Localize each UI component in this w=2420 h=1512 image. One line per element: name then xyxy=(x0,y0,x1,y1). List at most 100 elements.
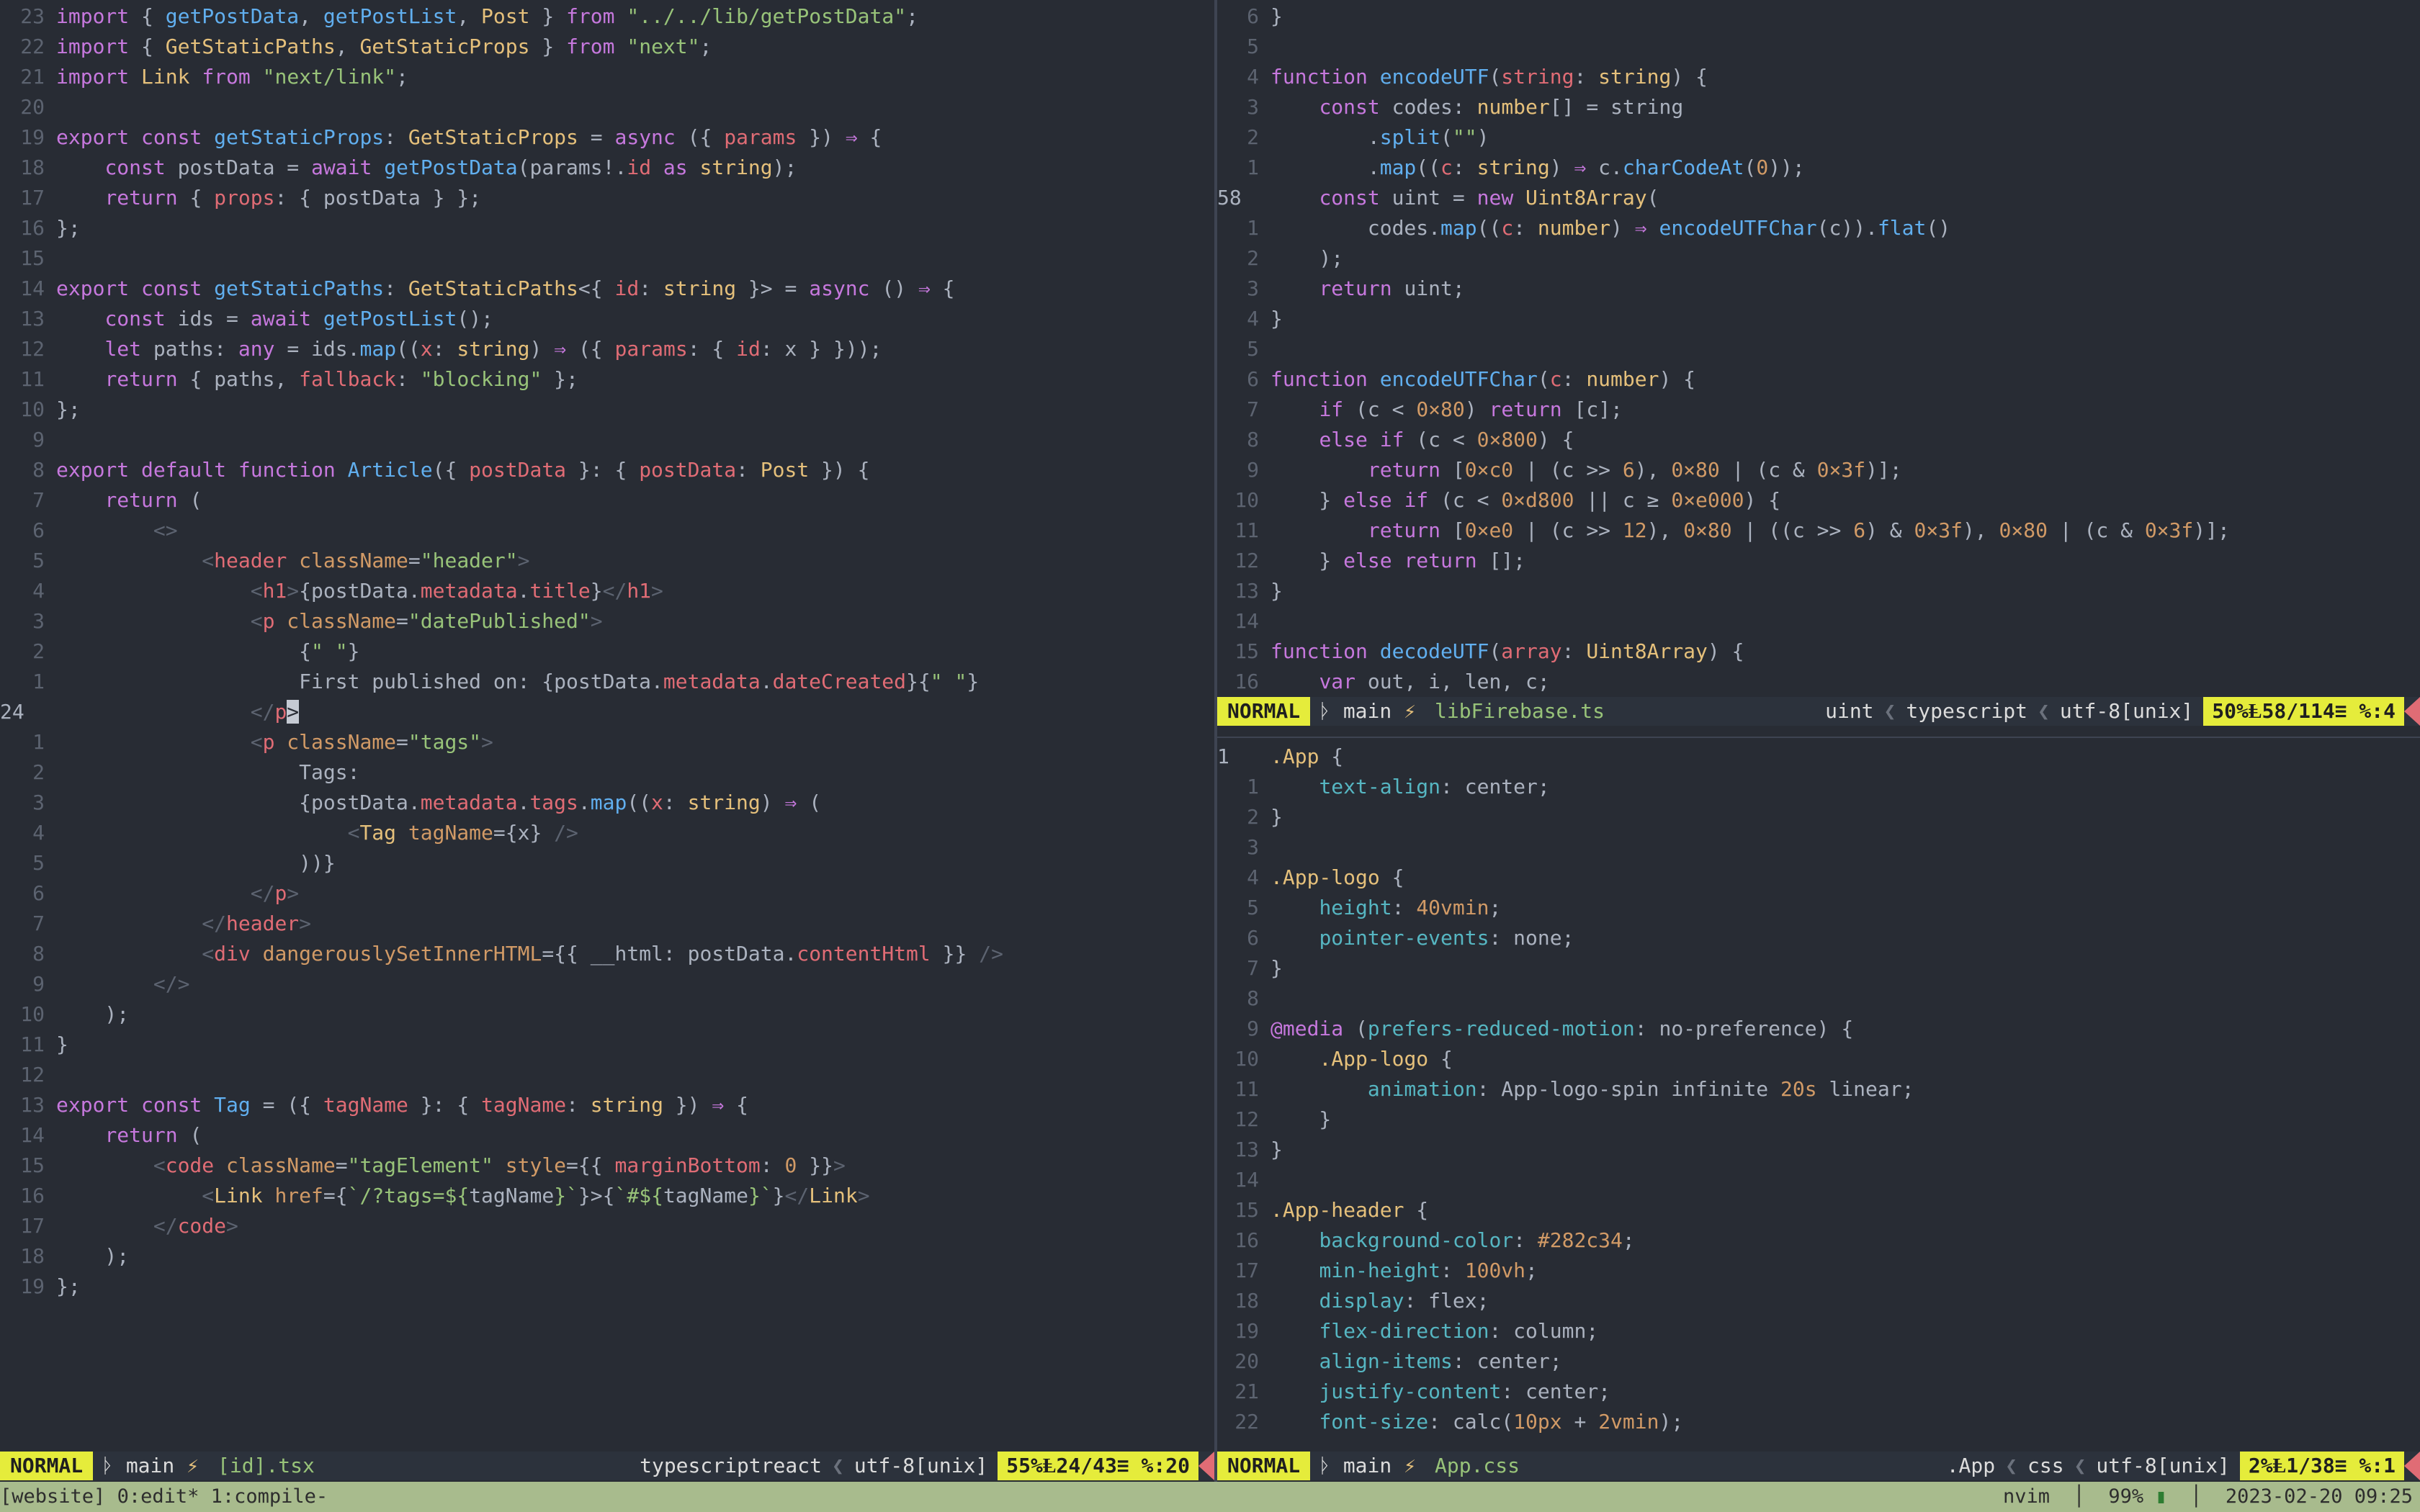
editor-pane-left[interactable]: 23 import { getPostData, getPostList, Pos… xyxy=(0,0,1214,1452)
code-line[interactable]: 1 .App { xyxy=(1217,742,2420,772)
code-line[interactable]: 21 justify-content: center; xyxy=(1217,1377,2420,1407)
code-line[interactable]: 5 ))} xyxy=(0,848,1214,878)
code-line[interactable]: 14 xyxy=(1217,606,2420,636)
code-line[interactable]: 22 import { GetStaticPaths, GetStaticProp… xyxy=(0,32,1214,62)
code-line[interactable]: 2 ); xyxy=(1217,243,2420,274)
code-line[interactable]: 5 <header className="header"> xyxy=(0,546,1214,576)
code-line[interactable]: 19 flex-direction: column; xyxy=(1217,1316,2420,1346)
code-line[interactable]: 2 .split("") xyxy=(1217,122,2420,153)
editor-pane-right-bottom[interactable]: 1 .App {1 text-align: center; 2} 3 4 .App-log… xyxy=(1217,740,2420,1452)
code-line[interactable]: 11 return { paths, fallback: "blocking" … xyxy=(0,364,1214,395)
code-line[interactable]: 11} xyxy=(0,1030,1214,1060)
code-line[interactable]: 20 align-items: center; xyxy=(1217,1346,2420,1377)
code-line[interactable]: 16 <Link href={`/?tags=${tagName}`}>{`#$… xyxy=(0,1181,1214,1211)
code-line[interactable]: 4} xyxy=(1217,304,2420,334)
code-line[interactable]: 11 animation: App-logo-spin infinite 20s… xyxy=(1217,1074,2420,1104)
code-line[interactable]: 9 return [0×c0 | (c >> 6), 0×80 | (c & 0… xyxy=(1217,455,2420,485)
code-line[interactable]: 17 return { props: { postData } }; xyxy=(0,183,1214,213)
code-line[interactable]: 18 ); xyxy=(0,1241,1214,1272)
code-line[interactable]: 4 .App-logo { xyxy=(1217,863,2420,893)
code-line[interactable]: 6 pointer-events: none; xyxy=(1217,923,2420,953)
code-line[interactable]: 6 </p> xyxy=(0,878,1214,909)
code-line[interactable]: 16}; xyxy=(0,213,1214,243)
code-line[interactable]: 19}; xyxy=(0,1272,1214,1302)
code-line[interactable]: 22 font-size: calc(10px + 2vmin); xyxy=(1217,1407,2420,1437)
code-line[interactable]: 20 xyxy=(0,92,1214,122)
code-line[interactable]: 1 <p className="tags"> xyxy=(0,727,1214,757)
code-line[interactable]: 21 import Link from "next/link"; xyxy=(0,62,1214,92)
code-line[interactable]: 17 </code> xyxy=(0,1211,1214,1241)
code-line[interactable]: 6 <> xyxy=(0,516,1214,546)
code-line[interactable]: 3 return uint; xyxy=(1217,274,2420,304)
code-line[interactable]: 5 xyxy=(1217,334,2420,364)
code-line[interactable]: 12 } else return []; xyxy=(1217,546,2420,576)
code-line[interactable]: 24 </p> xyxy=(0,697,1214,727)
code-line[interactable]: 8 <div dangerouslySetInnerHTML={{ __html… xyxy=(0,939,1214,969)
code-area[interactable]: 23 import { getPostData, getPostList, Pos… xyxy=(0,1,1214,1302)
code-line[interactable]: 9 </> xyxy=(0,969,1214,999)
code-line[interactable]: 17 min-height: 100vh; xyxy=(1217,1256,2420,1286)
code-line[interactable]: 3 <p className="datePublished"> xyxy=(0,606,1214,636)
code-line[interactable]: 3 {postData.metadata.tags.map((x: string… xyxy=(0,788,1214,818)
code-line[interactable]: 13 const ids = await getPostList(); xyxy=(0,304,1214,334)
editor-pane-right-top[interactable]: 6} 5 4 function encodeUTF(string: string) {… xyxy=(1217,0,2420,734)
code-line[interactable]: 1 First published on: {postData.metadata… xyxy=(0,667,1214,697)
code-line[interactable]: 15 xyxy=(0,243,1214,274)
code-line[interactable]: 4 <h1>{postData.metadata.title}</h1> xyxy=(0,576,1214,606)
code-line[interactable]: 8 export default function Article({ postD… xyxy=(0,455,1214,485)
code-line[interactable]: 10}; xyxy=(0,395,1214,425)
code-line[interactable]: 15 <code className="tagElement" style={{… xyxy=(0,1151,1214,1181)
code-line[interactable]: 4 <Tag tagName={x} /> xyxy=(0,818,1214,848)
code-line[interactable]: 8 xyxy=(1217,984,2420,1014)
code-line[interactable]: 7} xyxy=(1217,953,2420,984)
code-line[interactable]: 13} xyxy=(1217,1135,2420,1165)
code-line[interactable]: 18 const postData = await getPostData(pa… xyxy=(0,153,1214,183)
code-line[interactable]: 11 return [0×e0 | (c >> 12), 0×80 | ((c … xyxy=(1217,516,2420,546)
code-line[interactable]: 16 var out, i, len, c; xyxy=(1217,667,2420,697)
code-line[interactable]: 10 } else if (c < 0×d800 || c ≥ 0×e000) … xyxy=(1217,485,2420,516)
code-line[interactable]: 12 } xyxy=(1217,1104,2420,1135)
tmux-windows[interactable]: 0:edit* 1:compile- xyxy=(117,1485,328,1508)
code-line[interactable]: 58 const uint = new Uint8Array( xyxy=(1217,183,2420,213)
horizontal-split-divider[interactable] xyxy=(1217,734,2420,740)
code-line[interactable]: 7 </header> xyxy=(0,909,1214,939)
code-line[interactable]: 19 export const getStaticProps: GetStatic… xyxy=(0,122,1214,153)
code-line[interactable]: 14 export const getStaticPaths: GetStatic… xyxy=(0,274,1214,304)
code-area[interactable]: 1 .App {1 text-align: center; 2} 3 4 .App-log… xyxy=(1217,742,2420,1437)
code-line[interactable]: 5 height: 40vmin; xyxy=(1217,893,2420,923)
code-token: flat xyxy=(1877,216,1927,240)
code-line[interactable]: 1 codes.map((c: number) ⇒ encodeUTFChar(… xyxy=(1217,213,2420,243)
code-line[interactable]: 18 display: flex; xyxy=(1217,1286,2420,1316)
code-line[interactable]: 2 {" "} xyxy=(0,636,1214,667)
line-number: 11 xyxy=(1234,518,1259,542)
code-line[interactable]: 13 export const Tag = ({ tagName }: { tag… xyxy=(0,1090,1214,1120)
code-line[interactable]: 9 @media (prefers-reduced-motion: no-pref… xyxy=(1217,1014,2420,1044)
code-line[interactable]: 9 xyxy=(0,425,1214,455)
code-line[interactable]: 3 const codes: number[] = string xyxy=(1217,92,2420,122)
code-line[interactable]: 7 if (c < 0×80) return [c]; xyxy=(1217,395,2420,425)
code-line[interactable]: 2} xyxy=(1217,802,2420,832)
code-line[interactable]: 14 xyxy=(1217,1165,2420,1195)
code-line[interactable]: 4 function encodeUTF(string: string) { xyxy=(1217,62,2420,92)
code-area[interactable]: 6} 5 4 function encodeUTF(string: string) {… xyxy=(1217,1,2420,697)
code-line[interactable]: 12 xyxy=(0,1060,1214,1090)
code-line[interactable]: 16 background-color: #282c34; xyxy=(1217,1225,2420,1256)
code-line[interactable]: 6 function encodeUTFChar(c: number) { xyxy=(1217,364,2420,395)
code-line[interactable]: 12 let paths: any = ids.map((x: string) … xyxy=(0,334,1214,364)
code-line[interactable]: 13} xyxy=(1217,576,2420,606)
code-line[interactable]: 10 .App-logo { xyxy=(1217,1044,2420,1074)
code-line[interactable]: 5 xyxy=(1217,32,2420,62)
code-line[interactable]: 1 .map((c: string) ⇒ c.charCodeAt(0)); xyxy=(1217,153,2420,183)
code-line[interactable]: 3 xyxy=(1217,832,2420,863)
code-line[interactable]: 10 ); xyxy=(0,999,1214,1030)
code-line[interactable]: 15 .App-header { xyxy=(1217,1195,2420,1225)
code-line[interactable]: 2 Tags: xyxy=(0,757,1214,788)
code-line[interactable]: 8 else if (c < 0×800) { xyxy=(1217,425,2420,455)
code-line[interactable]: 14 return ( xyxy=(0,1120,1214,1151)
code-line[interactable]: 7 return ( xyxy=(0,485,1214,516)
code-line[interactable]: 15 function decodeUTF(array: Uint8Array) … xyxy=(1217,636,2420,667)
code-line[interactable]: 23 import { getPostData, getPostList, Pos… xyxy=(0,1,1214,32)
code-line[interactable]: 1 text-align: center; xyxy=(1217,772,2420,802)
tmux-session[interactable]: [website] xyxy=(0,1485,105,1508)
code-line[interactable]: 6} xyxy=(1217,1,2420,32)
